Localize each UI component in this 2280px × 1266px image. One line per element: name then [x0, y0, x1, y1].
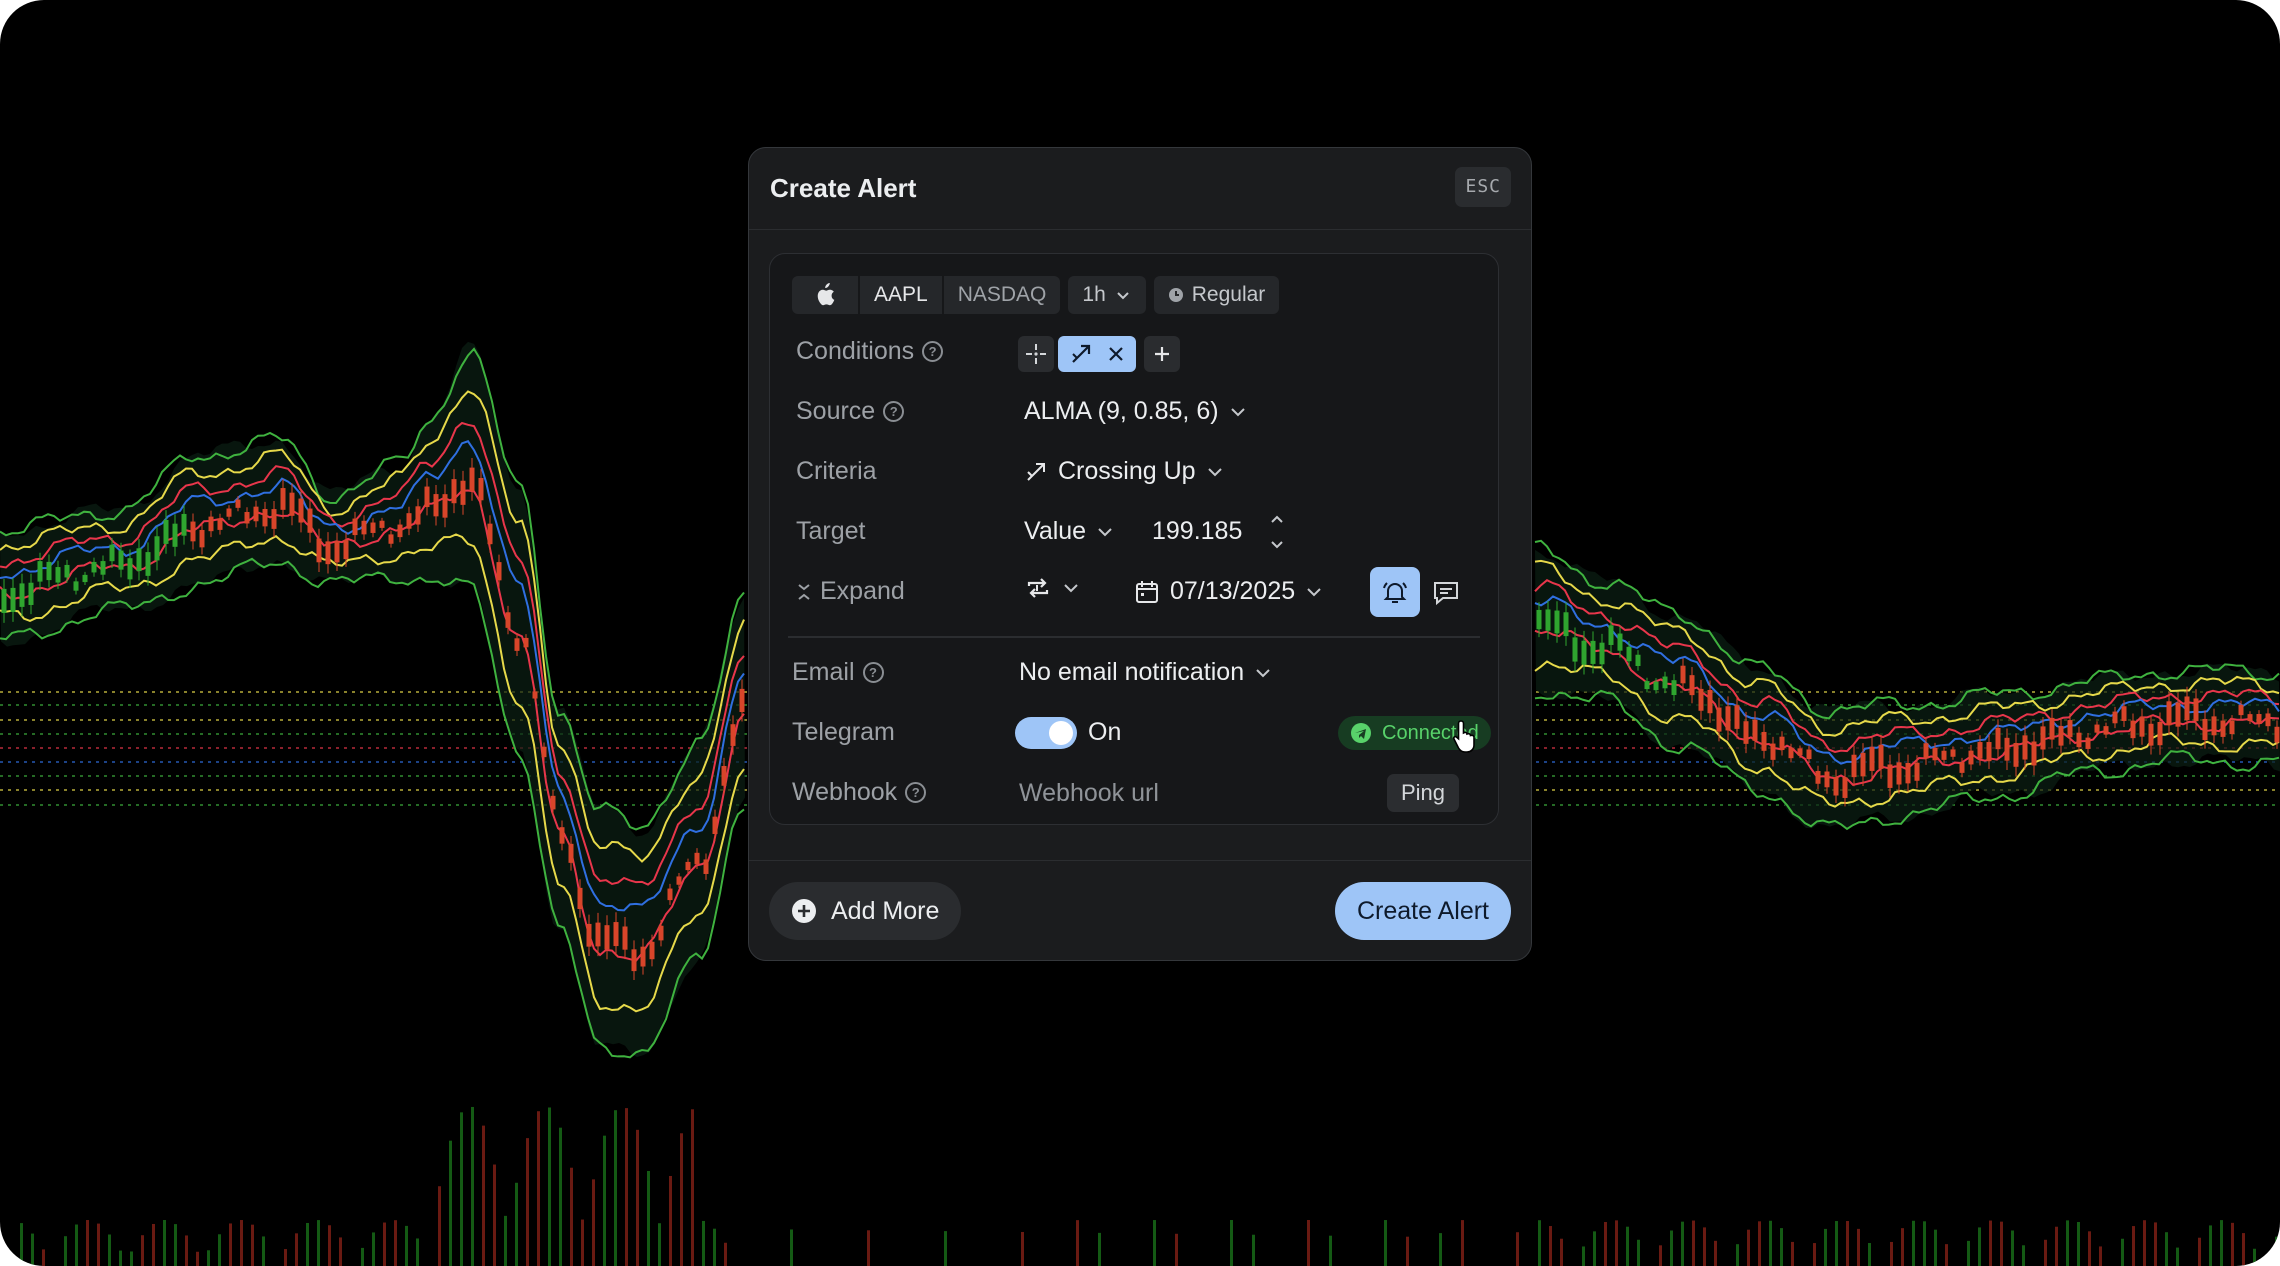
- telegram-icon: [1351, 723, 1371, 743]
- target-value-input[interactable]: 199.185: [1152, 517, 1242, 546]
- source-select[interactable]: ALMA (9, 0.85, 6): [1024, 397, 1247, 426]
- source-label: Source ?: [796, 397, 905, 426]
- dialog-title: Create Alert: [770, 173, 917, 203]
- webhook-label-text: Webhook: [792, 778, 898, 806]
- conditions-label: Conditions ?: [796, 337, 944, 366]
- expiry-date-select[interactable]: 07/13/2025: [1134, 577, 1323, 606]
- webhook-url-input[interactable]: Webhook url: [1019, 779, 1159, 808]
- expiry-date-value: 07/13/2025: [1170, 577, 1296, 605]
- criteria-value: Crossing Up: [1058, 457, 1196, 485]
- add-more-button[interactable]: Add More: [769, 882, 962, 940]
- source-value: ALMA (9, 0.85, 6): [1024, 397, 1219, 425]
- dialog-header: Create Alert ESC: [749, 148, 1531, 230]
- target-type-select[interactable]: Value: [1024, 517, 1114, 546]
- help-icon[interactable]: ?: [883, 401, 905, 422]
- interval-select[interactable]: 1h: [1068, 276, 1146, 314]
- app-screen: Create Alert ESC AAPL NASDAQ 1h Regular …: [0, 0, 2280, 1266]
- bell-icon: [1383, 582, 1407, 603]
- email-label: Email ?: [792, 658, 884, 687]
- dialog-footer: Add More Create Alert: [749, 860, 1531, 960]
- chevron-down-icon: [1064, 584, 1078, 593]
- crossing-up-icon: [1072, 344, 1091, 363]
- plus-circle-icon: [792, 899, 816, 923]
- criteria-select[interactable]: Crossing Up: [1024, 457, 1224, 486]
- session-chip[interactable]: Regular: [1153, 276, 1280, 314]
- source-label-text: Source: [796, 397, 876, 425]
- clock-icon: [1168, 288, 1183, 302]
- message-icon[interactable]: [1432, 580, 1460, 606]
- chevron-down-icon: [1117, 292, 1129, 300]
- repeat-icon: [1027, 578, 1049, 598]
- criteria-label: Criteria: [796, 457, 877, 485]
- volume-bars: [20, 1106, 2278, 1266]
- target-type-value: Value: [1024, 517, 1087, 545]
- chevron-down-icon: [1230, 407, 1245, 416]
- close-icon[interactable]: [1107, 345, 1125, 363]
- interval-value: 1h: [1082, 283, 1106, 306]
- condition-crosshair-button[interactable]: [1018, 336, 1054, 372]
- toggle-knob: [1049, 721, 1073, 745]
- help-icon[interactable]: ?: [862, 662, 884, 683]
- sound-alert-button[interactable]: [1370, 567, 1420, 617]
- collapse-expand-icon: [798, 583, 810, 600]
- ping-button[interactable]: Ping: [1387, 774, 1460, 812]
- plus-icon: [1155, 347, 1169, 361]
- expand-label-text: Expand: [820, 577, 905, 605]
- symbol-bar: AAPL NASDAQ 1h Regular: [792, 276, 1280, 314]
- esc-close-button[interactable]: ESC: [1455, 167, 1511, 207]
- chevron-down-icon: [1307, 587, 1321, 596]
- symbol-logo-chip[interactable]: [792, 276, 858, 314]
- crosshair-icon: [1026, 344, 1046, 364]
- chevron-down-icon: [1207, 467, 1222, 476]
- apple-logo-icon: [817, 283, 835, 306]
- add-more-label: Add More: [831, 896, 940, 925]
- chevron-down-icon: [1256, 668, 1270, 677]
- create-alert-dialog: Create Alert ESC AAPL NASDAQ 1h Regular …: [748, 147, 1532, 961]
- chevron-down-icon: [1098, 527, 1112, 536]
- conditions-label-text: Conditions: [796, 337, 915, 365]
- number-stepper-icon[interactable]: [1268, 510, 1286, 554]
- create-alert-button[interactable]: Create Alert: [1334, 882, 1511, 940]
- condition-crossing-up-button[interactable]: [1058, 336, 1136, 372]
- session-value: Regular: [1191, 283, 1266, 306]
- repeat-select[interactable]: [1024, 574, 1080, 602]
- ticker-chip[interactable]: AAPL: [860, 276, 942, 314]
- calendar-icon: [1136, 580, 1158, 603]
- help-icon[interactable]: ?: [922, 341, 944, 362]
- email-label-text: Email: [792, 658, 855, 686]
- webhook-label: Webhook ?: [792, 778, 927, 807]
- alert-config-card: AAPL NASDAQ 1h Regular Conditions ? Sour…: [769, 253, 1499, 825]
- target-label: Target: [796, 517, 866, 545]
- section-divider: [788, 636, 1480, 638]
- target-value: 199.185: [1152, 517, 1243, 545]
- expand-toggle[interactable]: Expand: [796, 577, 905, 606]
- help-icon[interactable]: ?: [905, 782, 927, 803]
- telegram-toggle[interactable]: [1015, 717, 1077, 749]
- hand-cursor-icon: [1452, 720, 1475, 753]
- email-value: No email notification: [1019, 658, 1245, 686]
- crossing-up-icon: [1027, 462, 1045, 481]
- telegram-label: Telegram: [792, 718, 895, 746]
- add-condition-button[interactable]: [1144, 336, 1180, 372]
- telegram-toggle-label: On: [1088, 718, 1122, 746]
- exchange-chip[interactable]: NASDAQ: [943, 276, 1061, 314]
- email-select[interactable]: No email notification: [1019, 658, 1272, 687]
